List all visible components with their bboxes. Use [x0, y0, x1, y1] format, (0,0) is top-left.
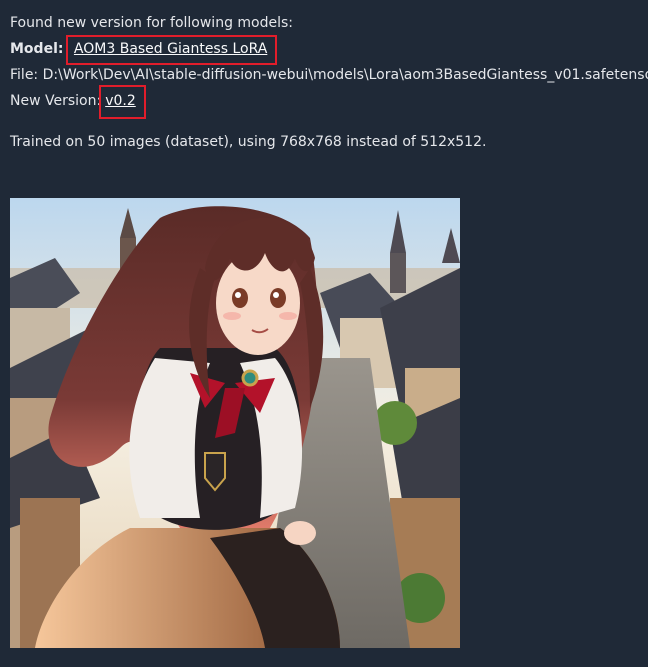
version-label: New Version: — [10, 93, 102, 109]
preview-illustration — [10, 198, 460, 648]
found-message: Found new version for following models: — [10, 15, 294, 31]
file-path: D:\Work\Dev\AI\stable-diffusion-webui\mo… — [42, 67, 648, 83]
description: Trained on 50 images (dataset), using 76… — [10, 134, 487, 150]
file-row: File: D:\Work\Dev\AI\stable-diffusion-we… — [10, 62, 648, 88]
file-label: File: — [10, 67, 39, 83]
version-row: New Version: v0.2 — [10, 85, 648, 119]
model-link[interactable]: AOM3 Based Giantess LoRA — [65, 35, 278, 65]
model-label: Model: — [10, 41, 64, 57]
preview-image — [10, 198, 460, 648]
notification-panel: Found new version for following models: … — [10, 10, 648, 155]
version-link[interactable]: v0.2 — [99, 85, 146, 119]
model-row: Model: AOM3 Based Giantess LoRA — [10, 35, 648, 65]
